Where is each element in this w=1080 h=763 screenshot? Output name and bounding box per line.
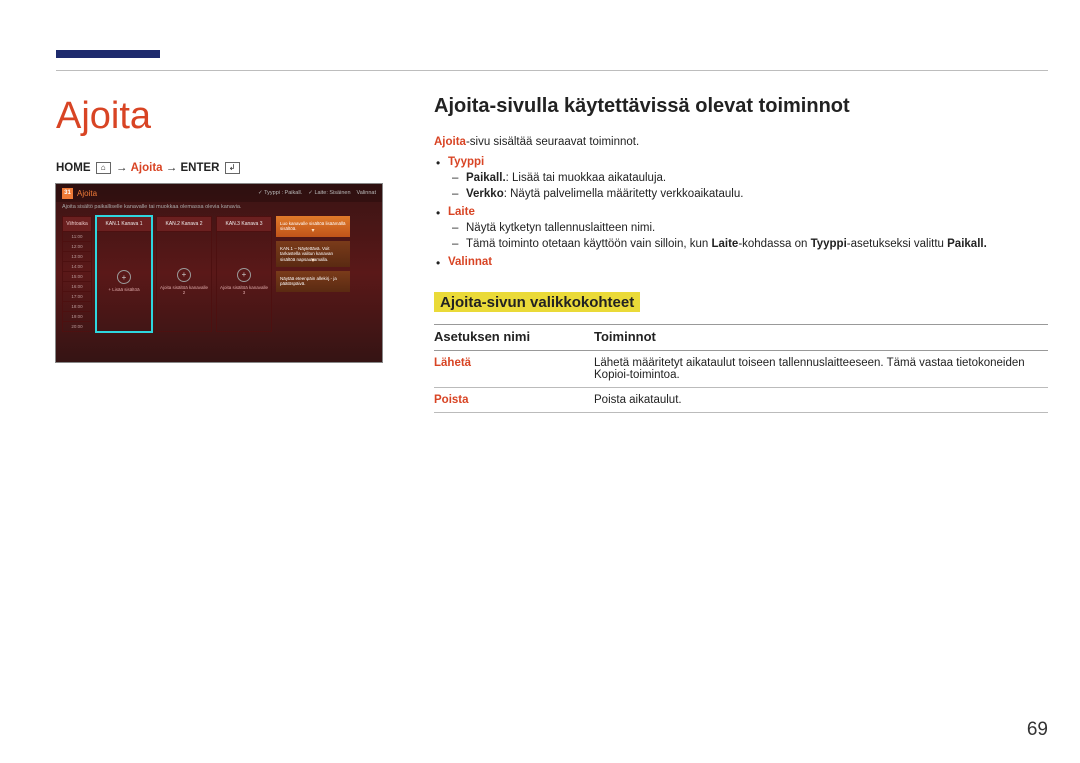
- ui-time-slot: 12:00: [62, 242, 92, 252]
- feature-list: Tyyppi Paikall.: Lisää tai muokkaa aikat…: [434, 156, 1048, 268]
- table-header: Toiminnot: [594, 325, 1048, 351]
- chevron-down-icon: ▾: [276, 258, 350, 265]
- ui-channel-body: + Ajoita sisältöä kanavalle 3: [216, 232, 272, 332]
- plus-icon: +: [237, 268, 251, 282]
- ui-time-slot: 18:00: [62, 302, 92, 312]
- layout: Ajoita HOME ⌂ → Ajoita → ENTER 31 Ajoita…: [56, 95, 1048, 703]
- ui-channel-caption: Ajoita sisältöä kanavalle 3: [219, 286, 269, 296]
- ui-hint-box: Luo kanavalle sisältöä lisäämällä sisält…: [276, 216, 350, 237]
- ui-channel-area: KAN.1 Kanava 1 + + Lisää sisältöä KAN.2 Kan…: [96, 216, 272, 332]
- page-number: 69: [1027, 719, 1048, 741]
- path-enter: ENTER: [180, 162, 219, 174]
- ui-time-column: Viihtoaika 11:0012:0013:0014:0015:0016:0…: [62, 216, 92, 332]
- chevron-down-icon: ▾: [276, 228, 350, 235]
- ui-options-link: Valinnat: [357, 190, 376, 196]
- ui-time-slot: 11:00: [62, 232, 92, 242]
- ui-time-slot: 15:00: [62, 272, 92, 282]
- ui-channel-body: + Ajoita sisältöä kanavalle 2: [156, 232, 212, 332]
- home-icon: ⌂: [96, 162, 111, 174]
- table-cell-name: Poista: [434, 388, 594, 413]
- ui-time-slot: 13:00: [62, 252, 92, 262]
- breadcrumb-path: HOME ⌂ → Ajoita → ENTER: [56, 162, 396, 174]
- ui-channel-header: KAN.1 Kanava 1: [96, 216, 152, 232]
- ui-time-slot: 19:00: [62, 312, 92, 322]
- ui-time-slot: 14:00: [62, 262, 92, 272]
- table-row: LähetäLähetä määritetyt aikataulut toise…: [434, 351, 1048, 388]
- path-home: HOME: [56, 162, 91, 174]
- table-cell-desc: Poista aikataulut.: [594, 388, 1048, 413]
- ui-subtitle: Ajoita sisältö paikalliselle kanavalle t…: [56, 202, 382, 216]
- ui-hint-box: KAN.1 – Näytettävä. Voit tarkastella val…: [276, 241, 350, 267]
- list-item: Näytä kytketyn tallennuslaitteen nimi.: [448, 222, 1048, 234]
- ui-time-slot: 20:00: [62, 322, 92, 332]
- list-item: Tyyppi Paikall.: Lisää tai muokkaa aikat…: [434, 156, 1048, 200]
- ui-right-hints: Luo kanavalle sisältöä lisäämällä sisält…: [276, 216, 350, 332]
- table-header: Asetuksen nimi: [434, 325, 594, 351]
- list-item: Valinnat: [434, 256, 1048, 268]
- left-column: Ajoita HOME ⌂ → Ajoita → ENTER 31 Ajoita…: [56, 95, 396, 703]
- ui-device-indicator: ✓ Laite: Sisäinen: [308, 190, 350, 196]
- ui-topbar: 31 Ajoita ✓ Tyyppi : Paikall. ✓ Laite: S…: [56, 184, 382, 202]
- table-cell-name: Lähetä: [434, 351, 594, 388]
- ui-type-indicator: ✓ Tyyppi : Paikall.: [258, 190, 302, 196]
- ui-time-header: Viihtoaika: [62, 216, 92, 232]
- top-rule: [56, 70, 1048, 71]
- ui-channel-header: KAN.2 Kanava 2: [156, 216, 212, 232]
- table-row: PoistaPoista aikataulut.: [434, 388, 1048, 413]
- ui-channel-caption: + Lisää sisältöä: [108, 288, 139, 293]
- ui-title: Ajoita: [77, 189, 97, 198]
- ui-body: Viihtoaika 11:0012:0013:0014:0015:0016:0…: [56, 216, 382, 338]
- ui-channel-header: KAN.3 Kanava 3: [216, 216, 272, 232]
- ui-time-slot: 16:00: [62, 282, 92, 292]
- ui-screenshot: 31 Ajoita ✓ Tyyppi : Paikall. ✓ Laite: S…: [56, 184, 382, 362]
- ui-channel-column: KAN.1 Kanava 1 + + Lisää sisältöä: [96, 216, 152, 332]
- path-arrow: →: [166, 162, 178, 174]
- list-item: Paikall.: Lisää tai muokkaa aikatauluja.: [448, 172, 1048, 184]
- section-heading: Ajoita-sivulla käytettävissä olevat toim…: [434, 95, 1048, 118]
- plus-icon: +: [117, 270, 131, 284]
- ui-channel-column: KAN.3 Kanava 3 + Ajoita sisältöä kanavalle…: [216, 216, 272, 332]
- calendar-icon: 31: [62, 188, 73, 199]
- path-section: Ajoita: [131, 162, 163, 174]
- intro-line: Ajoita-sivu sisältää seuraavat toiminnot…: [434, 136, 1048, 148]
- subsection-heading: Ajoita-sivun valikkokohteet: [434, 292, 640, 312]
- list-item: Verkko: Näytä palvelimella määritetty ve…: [448, 188, 1048, 200]
- subsection-heading-wrap: Ajoita-sivun valikkokohteet: [434, 282, 1048, 324]
- right-column: Ajoita-sivulla käytettävissä olevat toim…: [434, 95, 1048, 703]
- ui-channel-caption: Ajoita sisältöä kanavalle 2: [159, 286, 209, 296]
- ui-time-slot: 17:00: [62, 292, 92, 302]
- path-arrow: →: [116, 162, 128, 174]
- plus-icon: +: [177, 268, 191, 282]
- enter-icon: [225, 162, 240, 174]
- ui-channel-column: KAN.2 Kanava 2 + Ajoita sisältöä kanavalle…: [156, 216, 212, 332]
- ui-channel-body: + + Lisää sisältöä: [96, 232, 152, 332]
- page-title: Ajoita: [56, 95, 396, 138]
- page-root: Ajoita HOME ⌂ → Ajoita → ENTER 31 Ajoita…: [0, 0, 1080, 763]
- list-item: Tämä toiminto otetaan käyttöön vain sill…: [448, 238, 1048, 250]
- accent-bar: [56, 50, 160, 58]
- ui-hint-box: Näytää eteenpäin allekirj.- ja päätöspäi…: [276, 271, 350, 292]
- table-cell-desc: Lähetä määritetyt aikataulut toiseen tal…: [594, 351, 1048, 388]
- list-item: Laite Näytä kytketyn tallennuslaitteen n…: [434, 206, 1048, 250]
- settings-table: Asetuksen nimi Toiminnot LähetäLähetä mä…: [434, 324, 1048, 413]
